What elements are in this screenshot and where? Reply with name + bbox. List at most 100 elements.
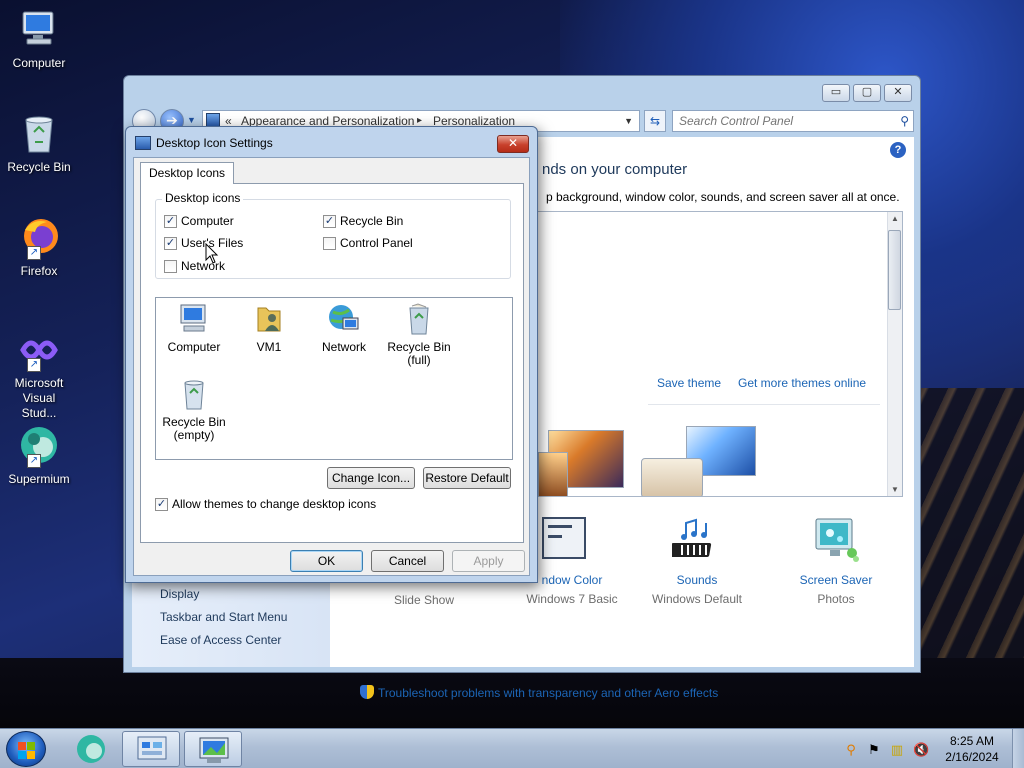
- checkbox-label: Recycle Bin: [340, 214, 404, 228]
- clock[interactable]: 8:25 AM 2/16/2024: [937, 733, 1007, 765]
- search-box[interactable]: ⚲: [672, 110, 914, 132]
- checkbox-computer[interactable]: ✓ Computer: [164, 214, 234, 228]
- troubleshoot-link[interactable]: Troubleshoot problems with transparency …: [360, 685, 718, 700]
- volume-muted-icon[interactable]: 🔇: [913, 742, 929, 758]
- address-dropdown-icon[interactable]: ▼: [624, 116, 633, 126]
- tab-desktop-icons[interactable]: Desktop Icons: [140, 162, 235, 184]
- item-title: Sounds: [676, 573, 718, 587]
- refresh-button[interactable]: ⇆: [644, 110, 666, 132]
- icon-item-network[interactable]: Network: [306, 302, 382, 354]
- network-icon: [327, 302, 361, 336]
- restore-default-button[interactable]: Restore Default: [423, 467, 511, 489]
- icon-item-recycle-bin-full[interactable]: Recycle Bin (full): [381, 302, 457, 367]
- dialog-title: Desktop Icon Settings: [156, 136, 273, 150]
- recycle-bin-empty-icon: [177, 377, 211, 411]
- checkbox-label: Computer: [181, 214, 234, 228]
- desktop-icon-settings-icon: [135, 136, 151, 150]
- icon-item-label: Network: [321, 340, 366, 354]
- icon-list[interactable]: Computer VM1 Network Recycle Bin (full) …: [155, 297, 513, 460]
- checkbox-box[interactable]: ✓: [323, 214, 336, 228]
- sounds-item[interactable]: Sounds Windows Default: [627, 517, 767, 606]
- item-subtitle: Windows 7 Basic: [526, 592, 618, 606]
- desktop-icon-recycle-bin[interactable]: Recycle Bin: [4, 112, 74, 175]
- group-label: Desktop icons: [162, 191, 244, 205]
- breadcrumb-separator[interactable]: ▸: [417, 115, 422, 126]
- close-button[interactable]: ✕: [884, 84, 912, 102]
- icon-item-vm1[interactable]: VM1: [231, 302, 307, 354]
- item-subtitle: Windows Default: [651, 592, 743, 606]
- supermium-icon: ↗: [17, 424, 61, 468]
- search-icon[interactable]: ⚲: [900, 114, 909, 128]
- icon-item-recycle-bin-empty[interactable]: Recycle Bin (empty): [156, 377, 232, 442]
- theme-thumbnail[interactable]: [538, 452, 568, 496]
- desktop-icon-label: Firefox: [20, 264, 58, 278]
- start-button[interactable]: [6, 731, 46, 767]
- computer-icon: [17, 8, 61, 52]
- maximize-button[interactable]: ▢: [853, 84, 881, 102]
- desktop-icon-computer[interactable]: Computer: [4, 8, 74, 71]
- recent-pages-chevron-icon[interactable]: ▼: [187, 115, 196, 125]
- taskbar-supermium[interactable]: [62, 731, 120, 767]
- visual-studio-icon: ↗: [17, 328, 61, 372]
- dialog-close-button[interactable]: ✕: [497, 135, 529, 153]
- shortcut-arrow-icon: ↗: [27, 246, 41, 260]
- control-panel-icon: [206, 113, 220, 127]
- firefox-icon: ↗: [17, 216, 61, 260]
- troubleshoot-label[interactable]: Troubleshoot problems with transparency …: [378, 686, 718, 700]
- theme-thumbnail[interactable]: [641, 458, 703, 496]
- taskbar-control-panel[interactable]: [122, 731, 180, 767]
- cancel-button[interactable]: Cancel: [371, 550, 444, 572]
- dialog-client-area: Desktop Icons Desktop icons ✓ Computer ✓ R…: [133, 157, 530, 576]
- themes-list[interactable]: Save theme Get more themes online ▲ ▼: [537, 211, 903, 497]
- desktop-icon-settings-dialog: Desktop Icon Settings ✕ Desktop Icons De…: [125, 126, 538, 583]
- show-desktop-button[interactable]: [1012, 729, 1024, 768]
- desktop-icon-label: Computer: [12, 56, 66, 70]
- icon-item-sublabel: (full): [407, 353, 431, 367]
- screen-saver-icon: [766, 517, 906, 573]
- windows-logo-icon: [27, 751, 35, 759]
- desktop-icons-group: Desktop icons ✓ Computer ✓ Recycle Bin ✓ Us…: [155, 191, 511, 279]
- desktop-icon-supermium[interactable]: ↗ Supermium: [4, 424, 74, 487]
- checkbox-allow-themes[interactable]: ✓ Allow themes to change desktop icons: [155, 497, 376, 511]
- apply-button[interactable]: Apply: [452, 550, 525, 572]
- network-tray-icon[interactable]: ▥: [889, 742, 905, 758]
- item-title: Screen Saver: [799, 573, 873, 587]
- checkbox-users-files[interactable]: ✓ User's Files: [164, 236, 243, 250]
- desktop-icon-firefox[interactable]: ↗ Firefox: [4, 216, 74, 279]
- checkbox-box[interactable]: ✓: [164, 214, 177, 228]
- icon-item-sublabel: (empty): [173, 428, 215, 442]
- themes-scrollbar[interactable]: ▲ ▼: [887, 212, 902, 496]
- link-ease-of-access[interactable]: Ease of Access Center: [160, 633, 281, 647]
- search-tray-icon[interactable]: ⚲: [843, 742, 859, 758]
- search-input[interactable]: [679, 112, 889, 130]
- windows-logo-icon: [18, 751, 26, 759]
- scrollbar-thumb[interactable]: [888, 230, 901, 310]
- window-caption-buttons: ▭ ▢ ✕: [822, 84, 912, 102]
- shortcut-arrow-icon: ↗: [27, 454, 41, 468]
- checkbox-box[interactable]: ✓: [164, 236, 177, 250]
- get-more-themes-link[interactable]: Get more themes online: [738, 376, 866, 390]
- item-subtitle: Slide Show: [393, 593, 455, 607]
- help-icon[interactable]: ?: [890, 142, 906, 158]
- checkbox-box[interactable]: ✓: [155, 497, 168, 511]
- action-center-flag-icon[interactable]: ⚑: [866, 742, 882, 758]
- shortcut-arrow-icon: ↗: [27, 358, 41, 372]
- save-theme-link[interactable]: Save theme: [657, 376, 721, 390]
- change-icon-button[interactable]: Change Icon...: [327, 467, 415, 489]
- recycle-bin-full-icon: [402, 302, 436, 336]
- ok-button[interactable]: OK: [290, 550, 363, 572]
- checkbox-control-panel[interactable]: Control Panel: [323, 236, 413, 250]
- item-subtitle: Photos: [817, 592, 855, 606]
- screen-saver-item[interactable]: Screen Saver Photos: [766, 517, 906, 606]
- link-taskbar-start-menu[interactable]: Taskbar and Start Menu: [160, 610, 287, 624]
- checkbox-box[interactable]: [323, 236, 336, 250]
- taskbar-desktop-icon-settings[interactable]: [184, 731, 242, 767]
- checkbox-label: Allow themes to change desktop icons: [172, 497, 377, 511]
- desktop-icon-visual-studio[interactable]: ↗ Microsoft Visual Stud...: [4, 328, 74, 421]
- checkbox-box[interactable]: [164, 259, 177, 273]
- checkbox-recycle-bin[interactable]: ✓ Recycle Bin: [323, 214, 403, 228]
- link-display[interactable]: Display: [160, 587, 199, 601]
- user-folder-icon: [252, 302, 286, 336]
- minimize-button[interactable]: ▭: [822, 84, 850, 102]
- icon-item-computer[interactable]: Computer: [156, 302, 232, 354]
